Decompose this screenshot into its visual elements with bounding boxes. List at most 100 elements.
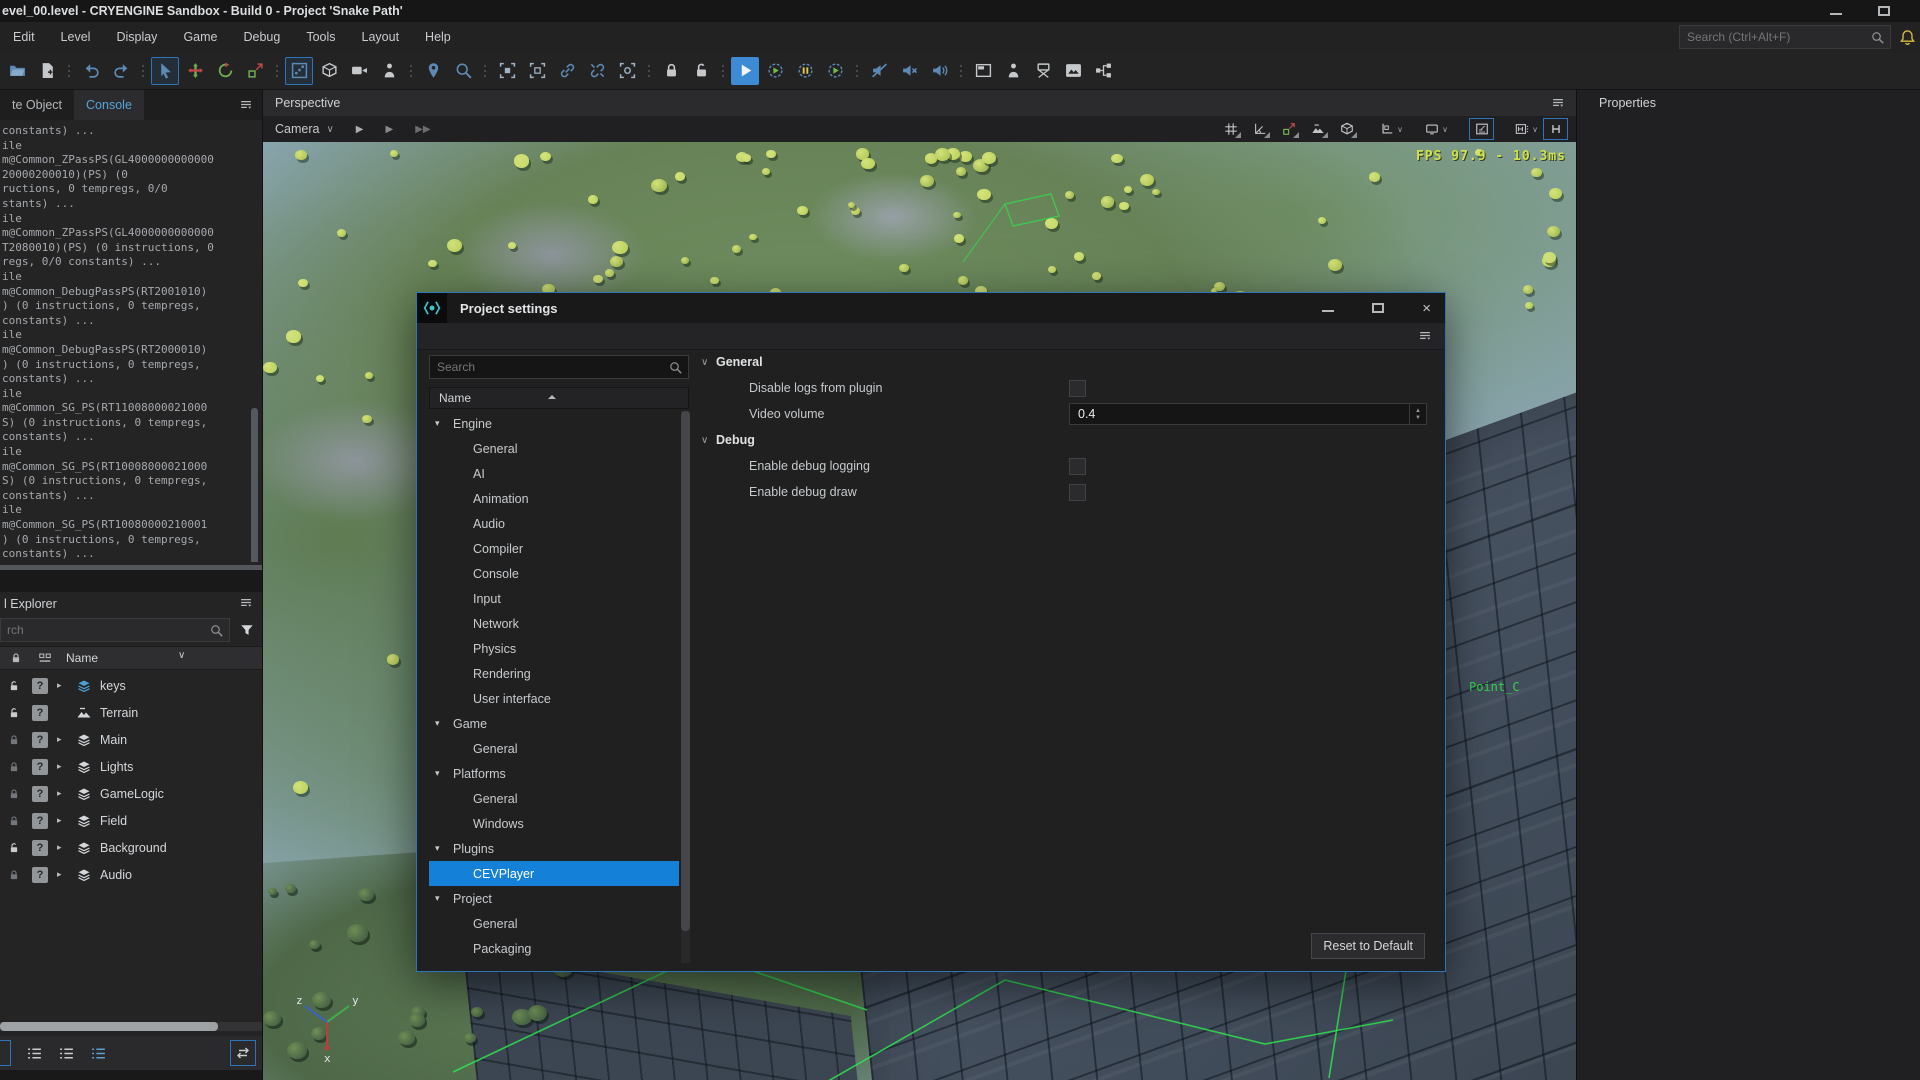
- dialog-titlebar[interactable]: Project settings ×: [417, 293, 1445, 323]
- rotate-button[interactable]: [211, 57, 239, 85]
- settings-tree-item-general[interactable]: General: [429, 436, 679, 461]
- dialog-search-input[interactable]: [430, 360, 669, 374]
- explorer-row-audio[interactable]: ?▸Audio: [0, 861, 262, 888]
- flat-list-view-icon[interactable]: [58, 1045, 75, 1062]
- visibility-unknown-badge[interactable]: ?: [32, 786, 48, 802]
- menu-item-layout[interactable]: Layout: [349, 30, 413, 44]
- expander-icon[interactable]: ▸: [57, 761, 69, 772]
- level-explorer-search-input[interactable]: [1, 623, 210, 637]
- camera-play-speed-icon[interactable]: ▶︎: [386, 124, 394, 135]
- chevron-expanded-icon[interactable]: ▾: [435, 418, 447, 429]
- menu-item-edit[interactable]: Edit: [0, 30, 48, 44]
- reset-to-default-button[interactable]: Reset to Default: [1311, 933, 1425, 959]
- console-log[interactable]: constants) ...ilem@Common_ZPassPS(GL4000…: [0, 120, 262, 562]
- screenshot-toggle-button[interactable]: [1469, 118, 1494, 140]
- dialog-maximize-button[interactable]: [1372, 303, 1384, 313]
- level-explorer-columns-header[interactable]: Name ∨: [0, 646, 262, 670]
- camera-settings-dropdown-button[interactable]: ∨: [1514, 118, 1539, 140]
- scrollbar-thumb[interactable]: [0, 1022, 218, 1031]
- display-mode-dropdown-button[interactable]: ∨: [1424, 118, 1449, 140]
- window-minimize-button[interactable]: [1830, 6, 1842, 16]
- explorer-row-lights[interactable]: ?▸Lights: [0, 753, 262, 780]
- layer-list-view-icon[interactable]: [90, 1045, 107, 1062]
- save-file-button[interactable]: [33, 57, 61, 85]
- terrain-tool-button[interactable]: [1059, 57, 1087, 85]
- section-header-general[interactable]: ∨General: [701, 349, 1431, 375]
- scrollbar-thumb[interactable]: [681, 411, 690, 931]
- list-view-icon[interactable]: [26, 1045, 43, 1062]
- chevron-expanded-icon[interactable]: ▾: [435, 768, 447, 779]
- chevron-expanded-icon[interactable]: ▾: [435, 843, 447, 854]
- settings-tree-item-compiler[interactable]: Compiler: [429, 536, 679, 561]
- expander-icon[interactable]: ▸: [57, 734, 69, 745]
- setting-checkbox-enable-debug-logging[interactable]: [1069, 458, 1086, 475]
- step-simulation-button[interactable]: [821, 57, 849, 85]
- settings-tree-item-rendering[interactable]: Rendering: [429, 661, 679, 686]
- terrain-snap-toggle-button[interactable]: [1305, 118, 1330, 140]
- open-folder-button[interactable]: [3, 57, 31, 85]
- freeze-selection-button[interactable]: [493, 57, 521, 85]
- character-tool-button[interactable]: [999, 57, 1027, 85]
- unfreeze-all-button[interactable]: [523, 57, 551, 85]
- grid-snap-toggle-button[interactable]: [1218, 118, 1243, 140]
- chevron-expanded-icon[interactable]: ▾: [435, 893, 447, 904]
- dialog-close-button[interactable]: ×: [1422, 301, 1431, 316]
- explorer-row-terrain[interactable]: ?Terrain: [0, 699, 262, 726]
- settings-tree-item-cevplayer[interactable]: CEVPlayer: [429, 861, 679, 886]
- snap-pivot-button[interactable]: [285, 57, 313, 85]
- settings-tree-item-windows[interactable]: Windows: [429, 811, 679, 836]
- settings-tree-item-packaging[interactable]: Packaging: [429, 936, 679, 961]
- camera-play-fast-icon[interactable]: ▶▶: [415, 124, 430, 135]
- settings-tree-item-general[interactable]: General: [429, 736, 679, 761]
- settings-tree-item-audio[interactable]: Audio: [429, 511, 679, 536]
- settings-tree-item-input[interactable]: Input: [429, 586, 679, 611]
- coordinate-system-dropdown-button[interactable]: ∨: [1379, 118, 1404, 140]
- global-search-input[interactable]: [1680, 30, 1871, 44]
- visibility-unknown-badge[interactable]: ?: [32, 813, 48, 829]
- menu-item-game[interactable]: Game: [170, 30, 230, 44]
- settings-tree-item-plugins[interactable]: ▾Plugins: [429, 836, 679, 861]
- chevron-expanded-icon[interactable]: ▾: [435, 718, 447, 729]
- visibility-unknown-badge[interactable]: ?: [32, 867, 48, 883]
- menu-item-level[interactable]: Level: [48, 30, 104, 44]
- sync-selection-button[interactable]: [230, 1040, 256, 1066]
- play-game-button[interactable]: [731, 57, 759, 85]
- expander-icon[interactable]: ▸: [57, 842, 69, 853]
- add-camera-button[interactable]: [345, 57, 373, 85]
- visibility-unknown-badge[interactable]: ?: [32, 732, 48, 748]
- lock-button[interactable]: [657, 57, 685, 85]
- isolate-selection-button[interactable]: [613, 57, 641, 85]
- layout-panels-button[interactable]: [969, 57, 997, 85]
- level-explorer-hscrollbar[interactable]: [0, 1022, 262, 1031]
- explorer-row-main[interactable]: ?▸Main: [0, 726, 262, 753]
- console-scrollbar[interactable]: [251, 408, 258, 562]
- expander-icon[interactable]: ▸: [57, 815, 69, 826]
- settings-tree-item-animation[interactable]: Animation: [429, 486, 679, 511]
- select-button[interactable]: [151, 57, 179, 85]
- visibility-unknown-badge[interactable]: ?: [32, 759, 48, 775]
- setting-checkbox-disable-logs-from-plugin[interactable]: [1069, 380, 1086, 397]
- settings-tree-item-user-interface[interactable]: User interface: [429, 686, 679, 711]
- notifications-bell-icon[interactable]: [1899, 29, 1916, 46]
- level-explorer-filter-button[interactable]: [233, 618, 260, 642]
- settings-tree-item-engine[interactable]: ▾Engine: [429, 411, 679, 436]
- level-explorer-menu-icon[interactable]: [238, 596, 254, 609]
- expander-icon[interactable]: ▸: [57, 788, 69, 799]
- camera-dropdown[interactable]: Camera: [275, 122, 319, 136]
- unlock-button[interactable]: [687, 57, 715, 85]
- link-button[interactable]: [553, 57, 581, 85]
- visibility-unknown-badge[interactable]: ?: [32, 840, 48, 856]
- audio-on-button[interactable]: [925, 57, 953, 85]
- add-character-button[interactable]: [375, 57, 403, 85]
- console-panel-menu-icon[interactable]: [238, 98, 254, 111]
- expander-icon[interactable]: ▸: [57, 680, 69, 691]
- explorer-row-background[interactable]: ?▸Background: [0, 834, 262, 861]
- helpers-toggle-button[interactable]: [1543, 118, 1568, 140]
- panel-tab-console[interactable]: Console: [74, 90, 144, 120]
- scale-snap-toggle-button[interactable]: [1276, 118, 1301, 140]
- dialog-menu-icon[interactable]: [1417, 329, 1433, 342]
- settings-tree-scrollbar[interactable]: [681, 411, 690, 963]
- settings-tree-item-physics[interactable]: Physics: [429, 636, 679, 661]
- menu-item-tools[interactable]: Tools: [293, 30, 348, 44]
- camera-play-icon[interactable]: ▶: [356, 124, 364, 135]
